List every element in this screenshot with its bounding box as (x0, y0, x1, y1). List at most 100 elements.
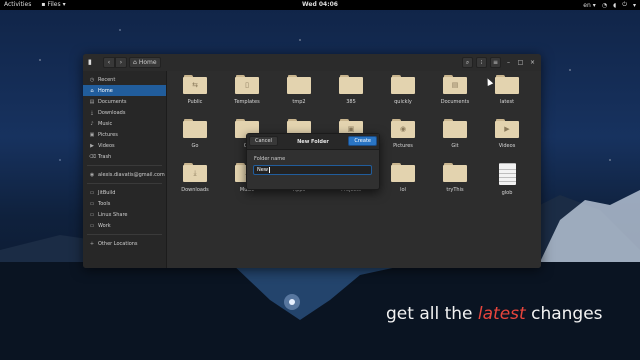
folder-name-value: New (257, 167, 268, 173)
folder-icon (443, 163, 467, 182)
forward-button[interactable]: › (115, 57, 127, 68)
minimize-button[interactable]: – (504, 57, 513, 68)
navigation-buttons: ‹ › (103, 57, 127, 68)
file-item-trythis[interactable]: tryThis (433, 163, 477, 193)
sidebar-item-tools[interactable]: ▭ Tools (83, 198, 166, 209)
folder-icon (183, 119, 207, 138)
view-icon[interactable]: ⁝ (476, 57, 487, 68)
file-item-git[interactable]: Git (433, 119, 477, 149)
search-icon[interactable]: ⌕ (462, 57, 473, 68)
folder-icon (443, 119, 467, 138)
network-icon[interactable]: ◔ (602, 2, 607, 9)
file-item-pictures[interactable]: ◉ Pictures (381, 119, 425, 149)
chevron-down-icon: ▾ (592, 1, 596, 9)
file-name: Git (451, 143, 459, 149)
videos-icon: ▶ (90, 142, 94, 149)
file-name: Documents (440, 99, 470, 105)
caption-text-before: get all the (386, 304, 478, 324)
file-name: Go (191, 143, 199, 149)
folder-name-input[interactable]: New (253, 165, 372, 175)
file-item-quickly[interactable]: quickly (381, 75, 425, 105)
sidebar-item-label: Other Locations (98, 240, 138, 247)
sidebar-item-other-locations[interactable]: + Other Locations (83, 238, 166, 249)
top-bar: Activities ▪ Files ▾ Wed 04:06 en ▾ ◔ ◖ … (0, 0, 640, 10)
documents-icon: ▤ (89, 98, 95, 105)
menu-icon[interactable]: ≡ (490, 57, 501, 68)
sidebar-item-documents[interactable]: ▤ Documents (83, 96, 166, 107)
folder-icon (287, 75, 311, 94)
sidebar-item-downloads[interactable]: ⤓ Downloads (83, 107, 166, 118)
file-item-go[interactable]: Go (173, 119, 217, 149)
folder-emblem-icon: ◉ (399, 125, 407, 133)
sidebar-divider (87, 234, 162, 235)
sidebar-item-work[interactable]: ▭ Work (83, 220, 166, 231)
sidebar-item-label: Videos (98, 142, 115, 149)
sidebar-item-label: Pictures (98, 131, 118, 138)
sidebar-item-label: Recent (98, 76, 116, 83)
maximize-button[interactable]: □ (516, 57, 525, 68)
keyboard-layout[interactable]: en ▾ (583, 2, 596, 9)
caption-highlight: latest (477, 304, 526, 324)
folder-icon: ▭ (89, 211, 95, 218)
folder-name-label: Folder name (254, 156, 286, 162)
folder-icon (391, 163, 415, 182)
folder-icon: ◉ (391, 119, 415, 138)
sidebar-item-label: Documents (98, 98, 127, 105)
dialog-header: Cancel New Folder Create (247, 134, 379, 150)
sidebar: ◷ Recent ⌂ Home ▤ Documents ⤓ Downloads ♪ Music ▣ P… (83, 71, 167, 268)
dialog-title: New Folder (297, 138, 329, 145)
pictures-icon: ▣ (89, 131, 95, 138)
sidebar-item-account[interactable]: ◉ alexis.diavatis@gmail.com (83, 169, 166, 180)
file-item-lol[interactable]: lol (381, 163, 425, 193)
file-name: lol (400, 187, 406, 193)
file-name: glob (501, 190, 513, 196)
sidebar-item-pictures[interactable]: ▣ Pictures (83, 129, 166, 140)
file-item-tmp2[interactable]: tmp2 (277, 75, 321, 105)
file-item-documents[interactable]: ▤ Documents (433, 75, 477, 105)
sidebar-item-linux-share[interactable]: ▭ Linux Share (83, 209, 166, 220)
file-name: tryThis (446, 187, 464, 193)
folder-icon: ⤓ (183, 163, 207, 182)
video-caption: get all the latest changes (386, 304, 603, 324)
sidebar-item-label: Home (98, 87, 113, 94)
window-app-icon: ▮ (88, 58, 92, 66)
file-item-385[interactable]: 385 (329, 75, 373, 105)
close-button[interactable]: × (528, 57, 537, 68)
folder-icon (495, 75, 519, 94)
sidebar-item-trash[interactable]: ⌫ Trash (83, 151, 166, 162)
file-name: Videos (498, 143, 516, 149)
file-name: 385 (346, 99, 356, 105)
file-item-videos[interactable]: ▶ Videos (485, 119, 529, 149)
file-name: Pictures (393, 143, 413, 149)
sidebar-item-recent[interactable]: ◷ Recent (83, 74, 166, 85)
sidebar-item-music[interactable]: ♪ Music (83, 118, 166, 129)
file-item-templates[interactable]: ▯ Templates (225, 75, 269, 105)
folder-icon: ▭ (89, 200, 95, 207)
file-name: Downloads (181, 187, 209, 193)
file-item-downloads[interactable]: ⤓ Downloads (173, 163, 217, 193)
sidebar-item-label: Tools (98, 200, 111, 207)
cancel-button[interactable]: Cancel (249, 136, 278, 146)
home-icon: ⌂ (133, 59, 137, 66)
clock[interactable]: Wed 04:06 (0, 1, 640, 8)
create-button[interactable]: Create (348, 136, 377, 146)
folder-icon: ▤ (443, 75, 467, 94)
back-button[interactable]: ‹ (103, 57, 115, 68)
chevron-down-icon[interactable]: ▾ (633, 2, 636, 9)
folder-icon: ⇆ (183, 75, 207, 94)
folder-emblem-icon: ▤ (451, 81, 459, 89)
sidebar-item-home[interactable]: ⌂ Home (83, 85, 166, 96)
folder-emblem-icon: ▯ (245, 81, 249, 89)
plus-icon: + (89, 240, 95, 247)
folder-icon: ▯ (235, 75, 259, 94)
file-item-public[interactable]: ⇆ Public (173, 75, 217, 105)
file-item-glob[interactable]: glob (485, 163, 529, 196)
sidebar-item-jitbuild[interactable]: ▭ JitBuild (83, 187, 166, 198)
breadcrumb-home[interactable]: ⌂ Home (129, 57, 161, 68)
sidebar-item-videos[interactable]: ▶ Videos (83, 140, 166, 151)
volume-icon[interactable]: ◖ (613, 2, 616, 9)
power-icon[interactable]: ⏻ (622, 1, 627, 9)
sidebar-item-label: JitBuild (98, 189, 116, 196)
folder-icon: ▶ (495, 119, 519, 138)
file-name: latest (499, 99, 515, 105)
